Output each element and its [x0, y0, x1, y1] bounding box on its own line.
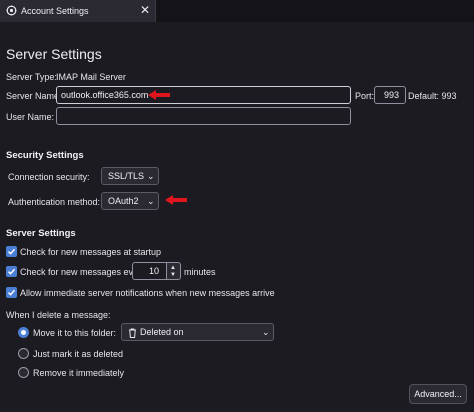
authentication-method-value: OAuth2 [108, 196, 139, 206]
chevron-down-icon: ⌄ [262, 327, 270, 337]
check-every-label: Check for new messages every [20, 267, 146, 277]
advanced-button-label: Advanced... [414, 389, 462, 399]
mark-as-deleted-label: Just mark it as deleted [33, 349, 124, 359]
move-to-folder-radio[interactable] [18, 327, 29, 338]
security-settings-heading: Security Settings [6, 150, 84, 161]
server-name-input[interactable]: outlook.office365.com [56, 86, 351, 104]
connection-security-value: SSL/TLS [108, 171, 145, 181]
check-interval-value: 10 [149, 266, 160, 276]
tab-account-settings[interactable]: Account Settings ✕ [0, 0, 156, 22]
delete-behaviour-heading: When I delete a message: [6, 310, 111, 320]
chevron-down-icon: ⌄ [147, 171, 155, 181]
authentication-method-label: Authentication method: [8, 197, 101, 207]
close-icon[interactable]: ✕ [140, 3, 150, 17]
server-type-label: Server Type: [6, 72, 57, 82]
authentication-method-select[interactable]: OAuth2 ⌄ [101, 192, 159, 210]
check-every-checkbox[interactable] [6, 266, 17, 277]
immediate-notifications-checkbox[interactable] [6, 287, 17, 298]
delete-folder-select[interactable]: Deleted on ⌄ [121, 323, 274, 341]
check-interval-stepper[interactable]: ▲ ▼ [167, 262, 181, 280]
user-name-label: User Name: [6, 112, 55, 122]
red-arrow-icon [148, 90, 170, 100]
stepper-up-icon[interactable]: ▲ [170, 265, 176, 271]
check-icon [7, 289, 16, 296]
check-startup-checkbox[interactable] [6, 246, 17, 257]
stepper-down-icon[interactable]: ▼ [170, 272, 176, 278]
connection-security-select[interactable]: SSL/TLS ⌄ [101, 167, 159, 185]
move-to-folder-label: Move it to this folder: [33, 328, 117, 338]
page-title: Server Settings [6, 46, 102, 62]
trash-folder-icon [128, 328, 137, 340]
red-arrow-icon [165, 195, 187, 205]
immediate-notifications-label: Allow immediate server notifications whe… [20, 288, 275, 298]
default-port-label: Default: 993 [408, 91, 457, 101]
check-interval-input[interactable]: 10 [132, 262, 167, 280]
port-label: Port: [355, 91, 375, 101]
tab-title: Account Settings [21, 6, 89, 16]
server-type-value: IMAP Mail Server [56, 72, 126, 82]
server-name-value: outlook.office365.com [61, 90, 149, 100]
port-input[interactable]: 993 [374, 86, 406, 104]
account-settings-gear-icon [6, 5, 17, 16]
check-icon [7, 248, 16, 255]
server-settings-heading: Server Settings [6, 228, 76, 239]
remove-immediately-label: Remove it immediately [33, 368, 125, 378]
delete-folder-value: Deleted on [140, 327, 184, 337]
check-startup-label: Check for new messages at startup [20, 247, 162, 257]
minutes-label: minutes [184, 267, 216, 277]
chevron-down-icon: ⌄ [147, 196, 155, 206]
advanced-button[interactable]: Advanced... [409, 384, 467, 404]
port-value: 993 [384, 90, 400, 100]
check-icon [7, 268, 16, 275]
connection-security-label: Connection security: [8, 172, 90, 182]
remove-immediately-radio[interactable] [18, 367, 29, 378]
server-name-label: Server Name: [6, 91, 62, 101]
mark-as-deleted-radio[interactable] [18, 348, 29, 359]
user-name-input[interactable] [56, 107, 351, 125]
